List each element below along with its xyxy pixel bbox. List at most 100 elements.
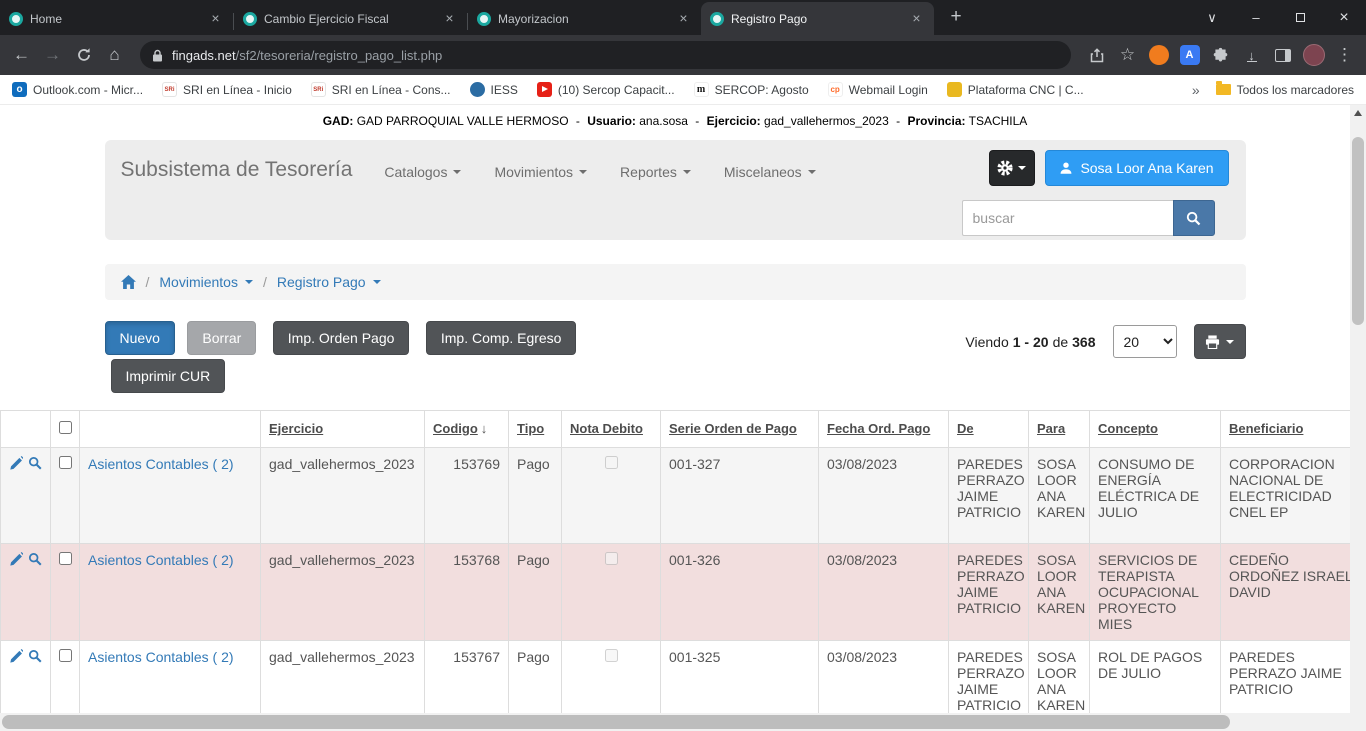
asientos-contables-link[interactable]: Asientos Contables ( 2) <box>88 552 234 568</box>
menu-reportes[interactable]: Reportes <box>620 164 691 180</box>
sort-concepto[interactable]: Concepto <box>1098 421 1158 436</box>
menu-catalogos[interactable]: Catalogos <box>384 164 461 180</box>
asientos-contables-link[interactable]: Asientos Contables ( 2) <box>88 649 234 665</box>
tab-home[interactable]: Home × <box>0 2 233 35</box>
edit-pencil-icon[interactable] <box>9 649 23 663</box>
share-icon[interactable] <box>1081 40 1112 70</box>
edit-pencil-icon[interactable] <box>9 552 23 566</box>
bookmark-iess[interactable]: IESS <box>470 82 518 97</box>
sidebar-icon[interactable] <box>1267 40 1298 70</box>
cell-para: SOSA LOOR ANA KAREN <box>1029 448 1090 544</box>
select-all-checkbox[interactable] <box>59 421 72 434</box>
gear-icon <box>997 160 1013 176</box>
records-table: Ejercicio Codigo↓ Tipo Nota Debito Serie… <box>0 410 1350 713</box>
asientos-contables-link[interactable]: Asientos Contables ( 2) <box>88 456 234 472</box>
header-select-all-cell <box>51 411 80 448</box>
tab-close-icon[interactable]: × <box>441 10 458 27</box>
chevron-down-icon <box>1226 340 1234 344</box>
user-icon <box>1059 161 1073 175</box>
tab-registro-pago-active[interactable]: Registro Pago × <box>701 2 934 35</box>
translate-extension-icon[interactable]: A <box>1174 40 1205 70</box>
sercop-favicon-icon: m <box>694 82 709 97</box>
view-magnifier-icon[interactable] <box>28 552 42 566</box>
imprimir-cur-button[interactable]: Imprimir CUR <box>111 359 226 393</box>
tab-mayorizacion[interactable]: Mayorizacion × <box>468 2 701 35</box>
bookmark-outlook[interactable]: o Outlook.com - Micr... <box>12 82 143 97</box>
tab-close-icon[interactable]: × <box>675 10 692 27</box>
forward-icon[interactable]: → <box>37 40 68 70</box>
settings-dropdown-button[interactable] <box>989 150 1035 186</box>
sort-ejercicio[interactable]: Ejercicio <box>269 421 323 436</box>
tab-cambio-ejercicio[interactable]: Cambio Ejercicio Fiscal × <box>234 2 467 35</box>
url-bar[interactable]: fingads.net/sf2/tesoreria/registro_pago_… <box>140 41 1071 69</box>
tab-close-icon[interactable]: × <box>908 10 925 27</box>
menu-miscelaneos[interactable]: Miscelaneos <box>724 164 816 180</box>
horizontal-scrollbar[interactable] <box>0 713 1350 731</box>
tab-search-chevron-icon[interactable]: ∨ <box>1190 0 1234 35</box>
minimize-icon[interactable]: – <box>1234 0 1278 35</box>
imp-comp-egreso-button[interactable]: Imp. Comp. Egreso <box>426 321 577 355</box>
breadcrumb-registro-pago[interactable]: Registro Pago <box>277 274 381 290</box>
sort-fecha-ord-pago[interactable]: Fecha Ord. Pago <box>827 421 930 436</box>
reload-icon[interactable] <box>68 40 99 70</box>
horizontal-scrollbar-thumb[interactable] <box>2 715 1230 729</box>
bookmarks-overflow-icon[interactable]: » <box>1192 82 1200 98</box>
cell-concepto: ROL DE PAGOS DE JULIO <box>1090 641 1221 714</box>
paw-extension-icon[interactable] <box>1143 40 1174 70</box>
bookmark-plataforma-cnc[interactable]: Plataforma CNC | C... <box>947 82 1084 97</box>
nuevo-button[interactable]: Nuevo <box>105 321 175 355</box>
sort-codigo[interactable]: Codigo <box>433 421 478 436</box>
bookmark-sri-consultas[interactable]: SRi SRI en Línea - Cons... <box>311 82 451 97</box>
maximize-icon[interactable] <box>1278 0 1322 35</box>
extensions-puzzle-icon[interactable] <box>1205 40 1236 70</box>
home-icon[interactable]: ⌂ <box>99 40 130 70</box>
sort-nota-debito[interactable]: Nota Debito <box>570 421 643 436</box>
row-select-checkbox[interactable] <box>59 552 72 565</box>
kebab-menu-icon[interactable]: ⋮ <box>1329 40 1360 70</box>
site-favicon-icon <box>9 12 23 26</box>
chevron-down-icon <box>453 170 461 174</box>
imp-orden-pago-button[interactable]: Imp. Orden Pago <box>273 321 410 355</box>
bookmark-sercop-agosto[interactable]: m SERCOP: Agosto <box>694 82 809 97</box>
page-size-select[interactable]: 20 <box>1113 325 1177 358</box>
chevron-down-icon <box>245 280 253 284</box>
star-icon[interactable]: ☆ <box>1112 40 1143 70</box>
row-select-checkbox[interactable] <box>59 649 72 662</box>
all-bookmarks-folder[interactable]: Todos los marcadores <box>1216 83 1354 97</box>
back-icon[interactable]: ← <box>6 40 37 70</box>
search-button[interactable] <box>1173 200 1215 236</box>
sort-beneficiario[interactable]: Beneficiario <box>1229 421 1303 436</box>
profile-avatar[interactable] <box>1298 40 1329 70</box>
gad-info-bar: GAD: GAD PARROQUIAL VALLE HERMOSO - Usua… <box>0 105 1350 130</box>
new-tab-button[interactable]: + <box>942 4 970 32</box>
download-icon[interactable]: ↓ <box>1236 40 1267 70</box>
sort-de[interactable]: De <box>957 421 974 436</box>
sort-para[interactable]: Para <box>1037 421 1065 436</box>
bookmark-sercop-capacitacion[interactable]: (10) Sercop Capacit... <box>537 82 675 97</box>
bookmark-sri-inicio[interactable]: SRi SRI en Línea - Inicio <box>162 82 292 97</box>
row-select-checkbox[interactable] <box>59 456 72 469</box>
edit-pencil-icon[interactable] <box>9 456 23 470</box>
tab-close-icon[interactable]: × <box>207 10 224 27</box>
vertical-scrollbar[interactable] <box>1350 105 1366 713</box>
cell-ejercicio: gad_vallehermos_2023 <box>261 448 425 544</box>
breadcrumb-movimientos[interactable]: Movimientos <box>159 274 253 290</box>
vertical-scrollbar-thumb[interactable] <box>1352 137 1364 325</box>
view-magnifier-icon[interactable] <box>28 456 42 470</box>
scroll-up-arrow-icon[interactable] <box>1354 110 1362 116</box>
print-dropdown-button[interactable] <box>1194 324 1246 359</box>
borrar-button[interactable]: Borrar <box>187 321 256 355</box>
breadcrumb-home[interactable] <box>121 275 136 289</box>
page-viewport: GAD: GAD PARROQUIAL VALLE HERMOSO - Usua… <box>0 105 1350 713</box>
view-magnifier-icon[interactable] <box>28 649 42 663</box>
cell-de: PAREDES PERRAZO JAIME PATRICIO <box>949 448 1029 544</box>
bookmark-webmail[interactable]: cp Webmail Login <box>828 82 928 97</box>
sort-serie-orden-pago[interactable]: Serie Orden de Pago <box>669 421 797 436</box>
search-input[interactable] <box>962 200 1173 236</box>
menu-movimientos[interactable]: Movimientos <box>494 164 587 180</box>
sort-tipo[interactable]: Tipo <box>517 421 544 436</box>
bookmarks-right-group: » Todos los marcadores <box>1192 82 1354 98</box>
user-account-button[interactable]: Sosa Loor Ana Karen <box>1045 150 1229 186</box>
close-icon[interactable]: × <box>1322 0 1366 35</box>
cell-tipo: Pago <box>509 641 562 714</box>
